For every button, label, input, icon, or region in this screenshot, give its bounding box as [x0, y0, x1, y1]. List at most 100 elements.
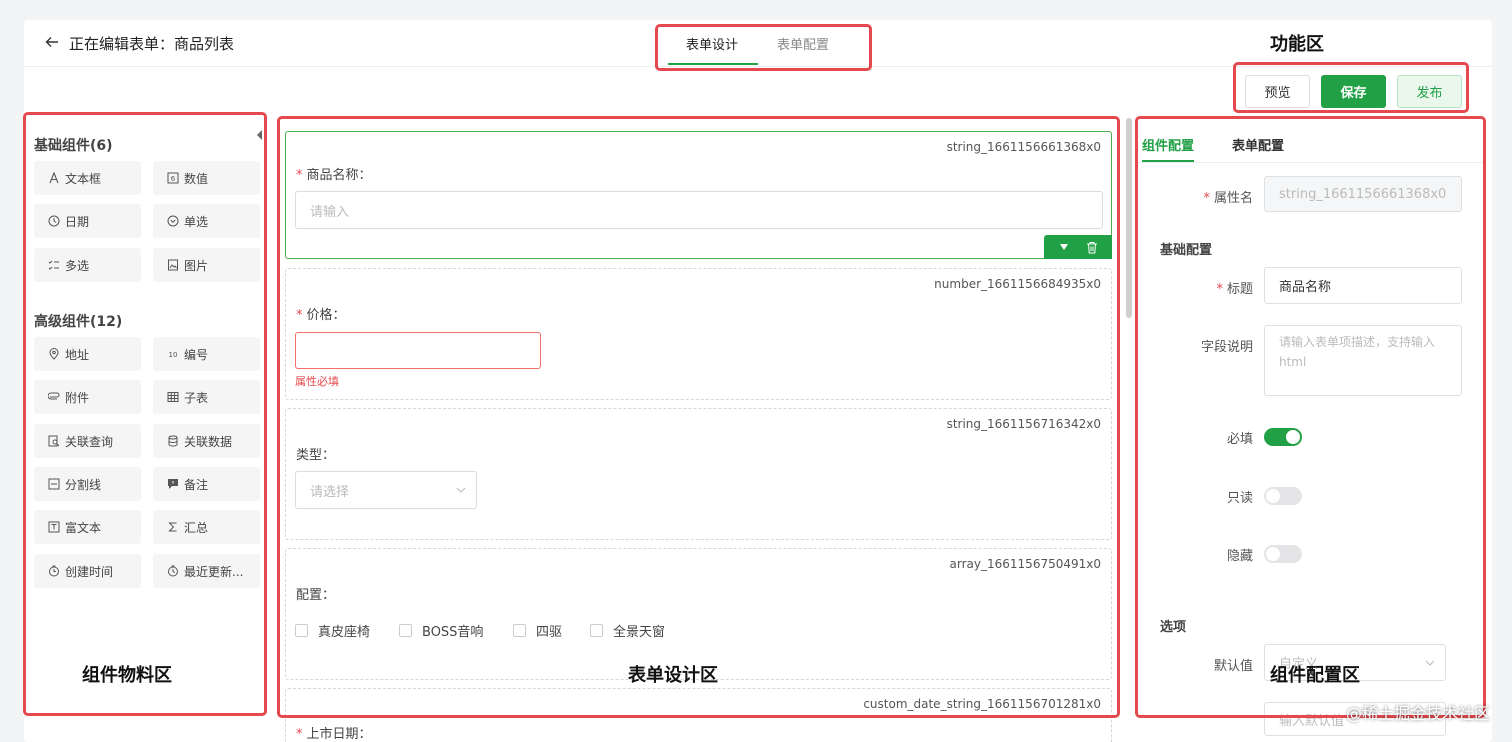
- required-mark: *: [296, 308, 303, 323]
- component-summary[interactable]: 汇总: [153, 510, 260, 544]
- field-label: * 价格：: [296, 304, 346, 323]
- function-area-label: 功能区: [1270, 34, 1324, 55]
- toggle-knob: [1266, 547, 1280, 561]
- config-area-label: 组件配置区: [1270, 665, 1360, 686]
- save-button[interactable]: 保存: [1321, 75, 1386, 108]
- component-note[interactable]: 备注: [153, 467, 260, 501]
- title-label-text: 标题: [1226, 282, 1253, 297]
- preview-button[interactable]: 预览: [1245, 75, 1310, 108]
- checkbox-option[interactable]: BOSS音响: [399, 621, 483, 640]
- product-name-input[interactable]: 请输入: [295, 191, 1103, 229]
- form-field-launch-date[interactable]: custom_date_string_1661156701281x0 * 上市日期…: [285, 688, 1112, 742]
- chevron-down-icon: [456, 487, 466, 493]
- price-input[interactable]: [295, 332, 541, 369]
- attr-name-label: * 属性名: [1163, 187, 1253, 206]
- type-select[interactable]: 请选择: [295, 471, 477, 509]
- tab-form-settings[interactable]: 表单配置: [1232, 135, 1284, 154]
- checkbox-option[interactable]: 真皮座椅: [295, 621, 370, 640]
- toggle-knob: [1266, 489, 1280, 503]
- field-label-text: 上市日期：: [306, 727, 372, 742]
- component-label: 子表: [184, 390, 209, 405]
- update-time-icon: [168, 565, 178, 577]
- component-label: 最近更新...: [184, 564, 244, 579]
- checkbox-option[interactable]: 全景天窗: [590, 621, 665, 640]
- component-richtext[interactable]: 富文本: [34, 510, 141, 544]
- design-area-label: 表单设计区: [628, 665, 718, 686]
- required-label: 必填: [1226, 432, 1253, 447]
- trash-icon[interactable]: [1086, 241, 1098, 254]
- field-id: custom_date_string_1661156701281x0: [863, 697, 1101, 711]
- component-related-data[interactable]: 关联数据: [153, 424, 260, 458]
- collapse-sidebar-icon[interactable]: [257, 130, 262, 140]
- checkbox-box[interactable]: [513, 624, 526, 637]
- hidden-toggle[interactable]: [1264, 545, 1302, 563]
- component-date[interactable]: 日期: [34, 204, 141, 238]
- component-serial[interactable]: 10 编号: [153, 337, 260, 371]
- svg-text:6: 6: [171, 175, 176, 183]
- component-related-query[interactable]: 关联查询: [34, 424, 141, 458]
- component-label: 图片: [184, 258, 209, 273]
- components-area-label: 组件物料区: [82, 665, 172, 686]
- options-heading: 选项: [1160, 620, 1187, 635]
- component-subtable[interactable]: 子表: [153, 380, 260, 414]
- tab-form-design[interactable]: 表单设计: [686, 34, 738, 53]
- component-divider[interactable]: 分割线: [34, 467, 141, 501]
- component-number[interactable]: 6 数值: [153, 161, 260, 195]
- field-action-bar: [1044, 235, 1112, 259]
- form-scrollbar[interactable]: [1126, 118, 1132, 318]
- component-label: 日期: [65, 214, 90, 229]
- checkbox-box[interactable]: [295, 624, 308, 637]
- advanced-components-title: 高级组件(12): [34, 314, 123, 330]
- component-create-time[interactable]: 创建时间: [34, 554, 141, 588]
- option-label: 四驱: [536, 625, 563, 640]
- field-id: number_1661156684935x0: [934, 277, 1101, 291]
- field-label-text: 价格：: [306, 308, 346, 323]
- move-down-icon[interactable]: [1059, 243, 1069, 251]
- component-text[interactable]: 文本框: [34, 161, 141, 195]
- component-label: 文本框: [65, 171, 102, 186]
- component-label: 备注: [184, 477, 209, 492]
- component-update-time[interactable]: 最近更新...: [153, 554, 260, 588]
- field-label: 类型：: [296, 448, 336, 463]
- form-field-price[interactable]: number_1661156684935x0 * 价格： 属性必填: [285, 268, 1112, 400]
- description-textarea[interactable]: 请输入表单项描述，支持输入html: [1264, 325, 1462, 396]
- form-field-product-name[interactable]: string_1661156661368x0 * 商品名称： 请输入: [285, 131, 1112, 259]
- publish-button[interactable]: 发布: [1397, 75, 1462, 108]
- divider-icon: [48, 478, 60, 490]
- serial-icon: 10: [169, 351, 178, 359]
- description-label: 字段说明: [1200, 340, 1253, 355]
- location-icon: [49, 348, 59, 360]
- component-radio[interactable]: 单选: [153, 204, 260, 238]
- text-icon: [49, 172, 59, 184]
- tab-active-underline: [668, 63, 758, 65]
- toggle-knob: [1286, 430, 1300, 444]
- title-input[interactable]: 商品名称: [1264, 267, 1462, 304]
- field-label: * 商品名称：: [296, 164, 372, 183]
- required-toggle[interactable]: [1264, 428, 1302, 446]
- back-arrow-icon[interactable]: [44, 34, 60, 50]
- component-attachment[interactable]: 附件: [34, 380, 141, 414]
- checkbox-option[interactable]: 四驱: [513, 621, 562, 640]
- table-icon: [167, 392, 179, 402]
- tab-form-config[interactable]: 表单配置: [777, 34, 829, 53]
- field-label: * 上市日期：: [296, 723, 372, 742]
- checkbox-box[interactable]: [399, 624, 412, 637]
- form-field-type[interactable]: string_1661156716342x0 类型： 请选择: [285, 408, 1112, 540]
- component-image[interactable]: 图片: [153, 248, 260, 282]
- component-checkbox[interactable]: 多选: [34, 248, 141, 282]
- chevron-down-icon: [1425, 660, 1435, 666]
- component-address[interactable]: 地址: [34, 337, 141, 371]
- page-title: 正在编辑表单：商品列表: [69, 35, 235, 53]
- attr-name-input: string_1661156661368x0: [1264, 176, 1462, 212]
- basic-components-title: 基础组件(6): [34, 138, 113, 154]
- field-label: 配置：: [296, 588, 336, 603]
- option-label: BOSS音响: [422, 625, 484, 640]
- component-label: 数值: [184, 171, 209, 186]
- clock-icon: [48, 215, 60, 227]
- field-id: string_1661156661368x0: [946, 140, 1101, 154]
- readonly-toggle[interactable]: [1264, 487, 1302, 505]
- paperclip-icon: [48, 392, 60, 400]
- checkbox-box[interactable]: [590, 624, 603, 637]
- basic-config-heading: 基础配置: [1160, 243, 1213, 258]
- tab-component-config[interactable]: 组件配置: [1142, 135, 1194, 154]
